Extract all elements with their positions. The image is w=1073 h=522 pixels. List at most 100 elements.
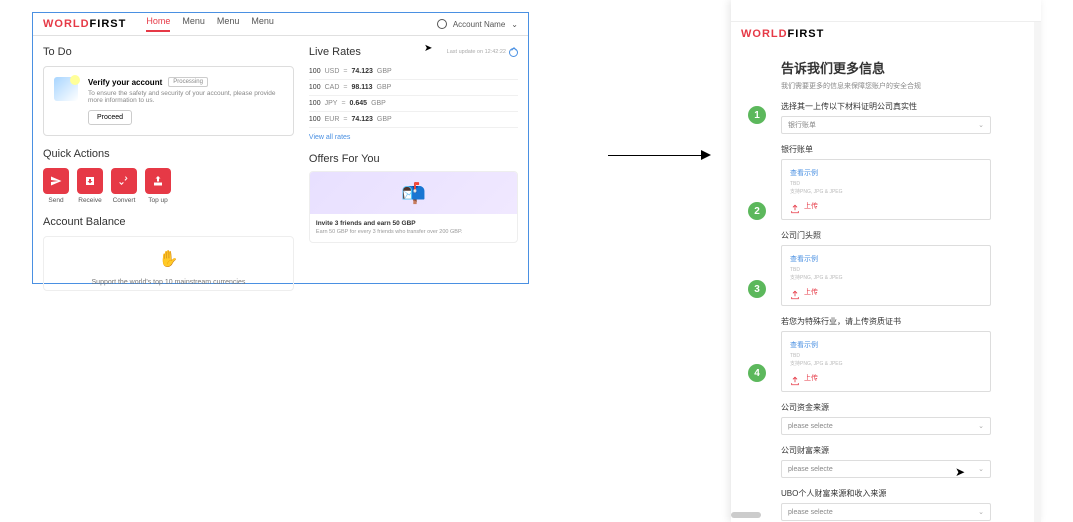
ubo-source-select[interactable]: please selecte ⌄ [781,503,991,521]
upload-formats: 支持PNG, JPG & JPEG [790,274,982,281]
special-license-label: 若您为特殊行业，请上传资质证书 [781,316,991,327]
proceed-button[interactable]: Proceed [88,110,132,125]
form-title: 告诉我们更多信息 [781,58,991,77]
upload-storefront: 查看示例 TBD 支持PNG, JPG & JPEG 上传 [781,245,991,306]
right-column: Live Rates Last update on 12:42:22 100 U… [309,46,518,291]
nav-menu-1[interactable]: Menu [182,16,205,32]
rate-value: 74.123 [351,116,372,123]
example-link[interactable]: 查看示例 [790,254,982,264]
nav-home[interactable]: Home [146,16,170,32]
annotation-circle-3: 3 [748,280,766,298]
select-placeholder: please selecte [788,509,833,516]
envelope-icon: 📬 [401,181,426,206]
upload-text: 上传 [804,373,818,383]
offers-title: Offers For You [309,153,518,165]
offer-card-title: Invite 3 friends and earn 50 GBP [316,220,511,227]
qa-topup[interactable]: Top up [145,168,171,204]
offer-card-desc: Earn 50 GBP for every 3 friends who tran… [316,229,511,236]
rate-row: 100 USD = 74.123 GBP [309,64,518,80]
transition-arrow [608,150,711,160]
qa-convert[interactable]: Convert [111,168,137,204]
verify-title: Verify your account [88,78,162,87]
user-icon [437,19,447,29]
upload-icon [790,201,800,211]
dashboard-window: WORLDFIRST Home Menu Menu Menu Account N… [32,12,529,284]
form-panel: WORLDFIRST 告诉我们更多信息 我们需要更多的信息来保障您账户的安全合规… [731,0,1041,522]
qa-topup-label: Top up [145,197,171,204]
topup-icon [145,168,171,194]
rate-value: 74.123 [351,68,372,75]
storefront-label: 公司门头照 [781,230,991,241]
rate-row: 100 EUR = 74.123 GBP [309,112,518,128]
example-link[interactable]: 查看示例 [790,168,982,178]
upload-button[interactable]: 上传 [790,373,982,383]
rate-to: GBP [371,100,386,107]
rate-from: USD [325,68,340,75]
rates-updated: Last update on 12:42:22 [447,48,518,57]
rate-to: GBP [377,84,392,91]
upload-tbd: TBD [790,267,982,273]
todo-title: To Do [43,46,294,58]
horizontal-scrollbar-thumb[interactable] [731,512,761,518]
rate-value: 98.113 [351,84,372,91]
receive-icon [77,168,103,194]
balance-support-text: Support the world's top 10 mainstream cu… [54,279,283,286]
upload-tbd: TBD [790,181,982,187]
annotation-circle-4: 4 [748,364,766,382]
rate-to: GBP [377,116,392,123]
balance-section: Account Balance Support the world's top … [43,216,294,291]
upload-text: 上传 [804,287,818,297]
convert-icon [111,168,137,194]
scrollbar-track[interactable] [1034,22,1041,522]
nav-tabs: Home Menu Menu Menu [146,16,274,32]
ubo-source-label: UBO个人财富来源和收入来源 [781,488,991,499]
upload-button[interactable]: 上传 [790,287,982,297]
qa-receive[interactable]: Receive [77,168,103,204]
rate-row: 100 CAD = 98.113 GBP [309,80,518,96]
funds-source-select[interactable]: please selecte ⌄ [781,417,991,435]
upload-tbd: TBD [790,353,982,359]
logo-part1: WORLD [741,28,788,40]
balance-title: Account Balance [43,216,294,228]
select-placeholder: please selecte [788,466,833,473]
rate-equals: = [341,100,345,107]
upload-bank-statement: 查看示例 TBD 支持PNG, JPG & JPEG 上传 [781,159,991,220]
rate-amount: 100 [309,68,321,75]
account-menu[interactable]: Account Name ⌄ [437,19,518,29]
annotation-circle-1: 1 [748,106,766,124]
example-link[interactable]: 查看示例 [790,340,982,350]
rate-from: JPY [325,100,338,107]
chevron-down-icon: ⌄ [511,20,518,29]
nav-menu-3[interactable]: Menu [251,16,274,32]
rate-row: 100 JPY = 0.645 GBP [309,96,518,112]
rates-header: Live Rates Last update on 12:42:22 [309,46,518,58]
upload-button[interactable]: 上传 [790,201,982,211]
form-top-bar [731,0,1041,22]
verify-card: Verify your account Processing To ensure… [43,66,294,136]
rate-equals: = [343,116,347,123]
logo-part2: FIRST [90,18,127,30]
upload-text: 上传 [804,201,818,211]
qa-send-label: Send [43,197,69,204]
select-value: 银行账单 [788,120,816,130]
upload-formats: 支持PNG, JPG & JPEG [790,360,982,367]
upload-icon [790,287,800,297]
verify-description: To ensure the safety and security of you… [88,90,283,104]
form-brand-logo: WORLDFIRST [731,22,1041,46]
refresh-icon[interactable] [509,48,518,57]
rate-equals: = [343,68,347,75]
chevron-down-icon: ⌄ [978,422,984,430]
balance-card: Support the world's top 10 mainstream cu… [43,236,294,291]
view-all-rates-link[interactable]: View all rates [309,134,518,141]
quick-actions-row: Send Receive Convert Top up [43,168,294,204]
chevron-down-icon: ⌄ [978,121,984,129]
material-select[interactable]: 银行账单 ⌄ [781,116,991,134]
offer-card[interactable]: 📬 Invite 3 friends and earn 50 GBP Earn … [309,171,518,243]
verify-header: Verify your account Processing [88,77,283,87]
wealth-source-select[interactable]: please selecte ⌄ [781,460,991,478]
chevron-down-icon: ⌄ [978,465,984,473]
quick-actions-title: Quick Actions [43,148,294,160]
logo-part1: WORLD [43,18,90,30]
nav-menu-2[interactable]: Menu [217,16,240,32]
qa-send[interactable]: Send [43,168,69,204]
